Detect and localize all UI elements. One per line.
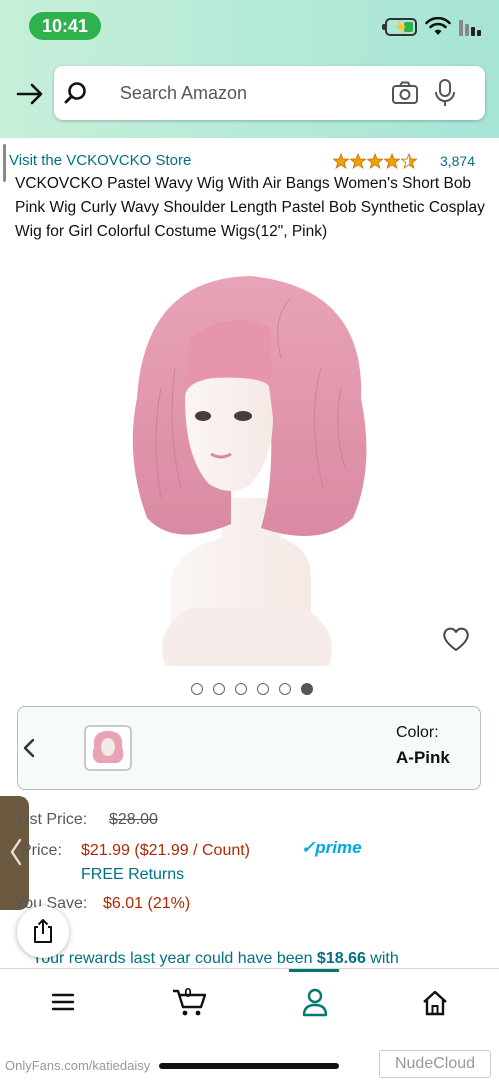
you-save-value: $6.01 (21%) [103,895,191,912]
product-title: VCKOVCKO Pastel Wavy Wig With Air Bangs … [15,175,485,240]
cart-count: 0 [184,985,192,1000]
price-label: Price: [21,842,62,859]
menu-icon[interactable] [51,991,75,1013]
color-text: Color: A-Pink [396,721,476,777]
account-icon[interactable] [301,987,329,1017]
watermark-text: OnlyFans.com/katiedaisy [5,1058,151,1073]
pagination-dot[interactable] [279,683,291,695]
microphone-icon[interactable] [433,78,457,108]
color-selector[interactable]: Color: A-Pink [17,706,481,790]
battery-charging-icon: ⚡ [385,18,417,36]
home-indicator[interactable] [159,1063,339,1069]
search-bar[interactable]: Search Amazon [54,66,485,120]
wifi-icon [425,17,451,35]
status-bar: 10:41 ⚡ [0,0,499,52]
store-link[interactable]: Visit the VCKOVCKO Store [9,150,209,172]
rating-count[interactable]: 3,874 [431,150,475,172]
free-returns-link[interactable]: FREE Returns [81,863,205,887]
star-icon [350,153,366,169]
star-icon [367,153,383,169]
color-swatch[interactable] [84,725,132,771]
rating-stars[interactable] [327,151,417,171]
star-icon [384,153,400,169]
home-icon[interactable] [421,989,449,1017]
chevron-right-icon[interactable] [22,737,36,759]
scrollbar-thumb[interactable] [3,144,6,182]
color-label: Color: [396,724,439,741]
pagination-dot[interactable] [301,683,313,695]
color-value: A-Pink [396,748,450,767]
price-value: $21.99 ($21.99 / Count) [81,842,251,859]
store-rating-row: Visit the VCKOVCKO Store 3,874 [9,150,483,172]
share-button[interactable] [17,906,69,958]
rewards-text: Your rewards last year could have been [32,950,317,967]
star-icon [333,153,349,169]
rewards-text-tail: with [365,950,399,967]
back-arrow-icon[interactable] [14,80,44,108]
list-price-label: List Price: [17,811,88,828]
active-tab-indicator [289,969,339,972]
product-image[interactable] [117,248,381,666]
pagination-dot[interactable] [257,683,269,695]
search-icon[interactable] [63,80,89,106]
cart-button[interactable]: 0 [169,985,209,1017]
status-time: 10:41 [29,12,101,40]
cellular-signal-icon [459,18,481,36]
mirrored-screen: 10:41 ⚡ Search Amazon Visit the VCKOVCKO… [0,0,499,1080]
heart-icon[interactable] [441,625,471,653]
star-icon [401,153,417,169]
pagination-dot[interactable] [213,683,225,695]
status-icons: ⚡ [381,16,481,38]
pagination-dot[interactable] [235,683,247,695]
search-input[interactable]: Search Amazon [89,80,247,106]
watermark-badge: NudeCloud [379,1050,491,1078]
share-icon [34,919,52,943]
rewards-amount: $18.66 [316,950,366,967]
camera-icon[interactable] [391,80,419,106]
swatch-thumbnail-icon [92,731,124,763]
list-price-value: $28.00 [109,811,158,828]
image-pagination[interactable] [185,683,313,697]
pagination-dot[interactable] [191,683,203,695]
prime-badge: ✓prime [301,838,362,857]
